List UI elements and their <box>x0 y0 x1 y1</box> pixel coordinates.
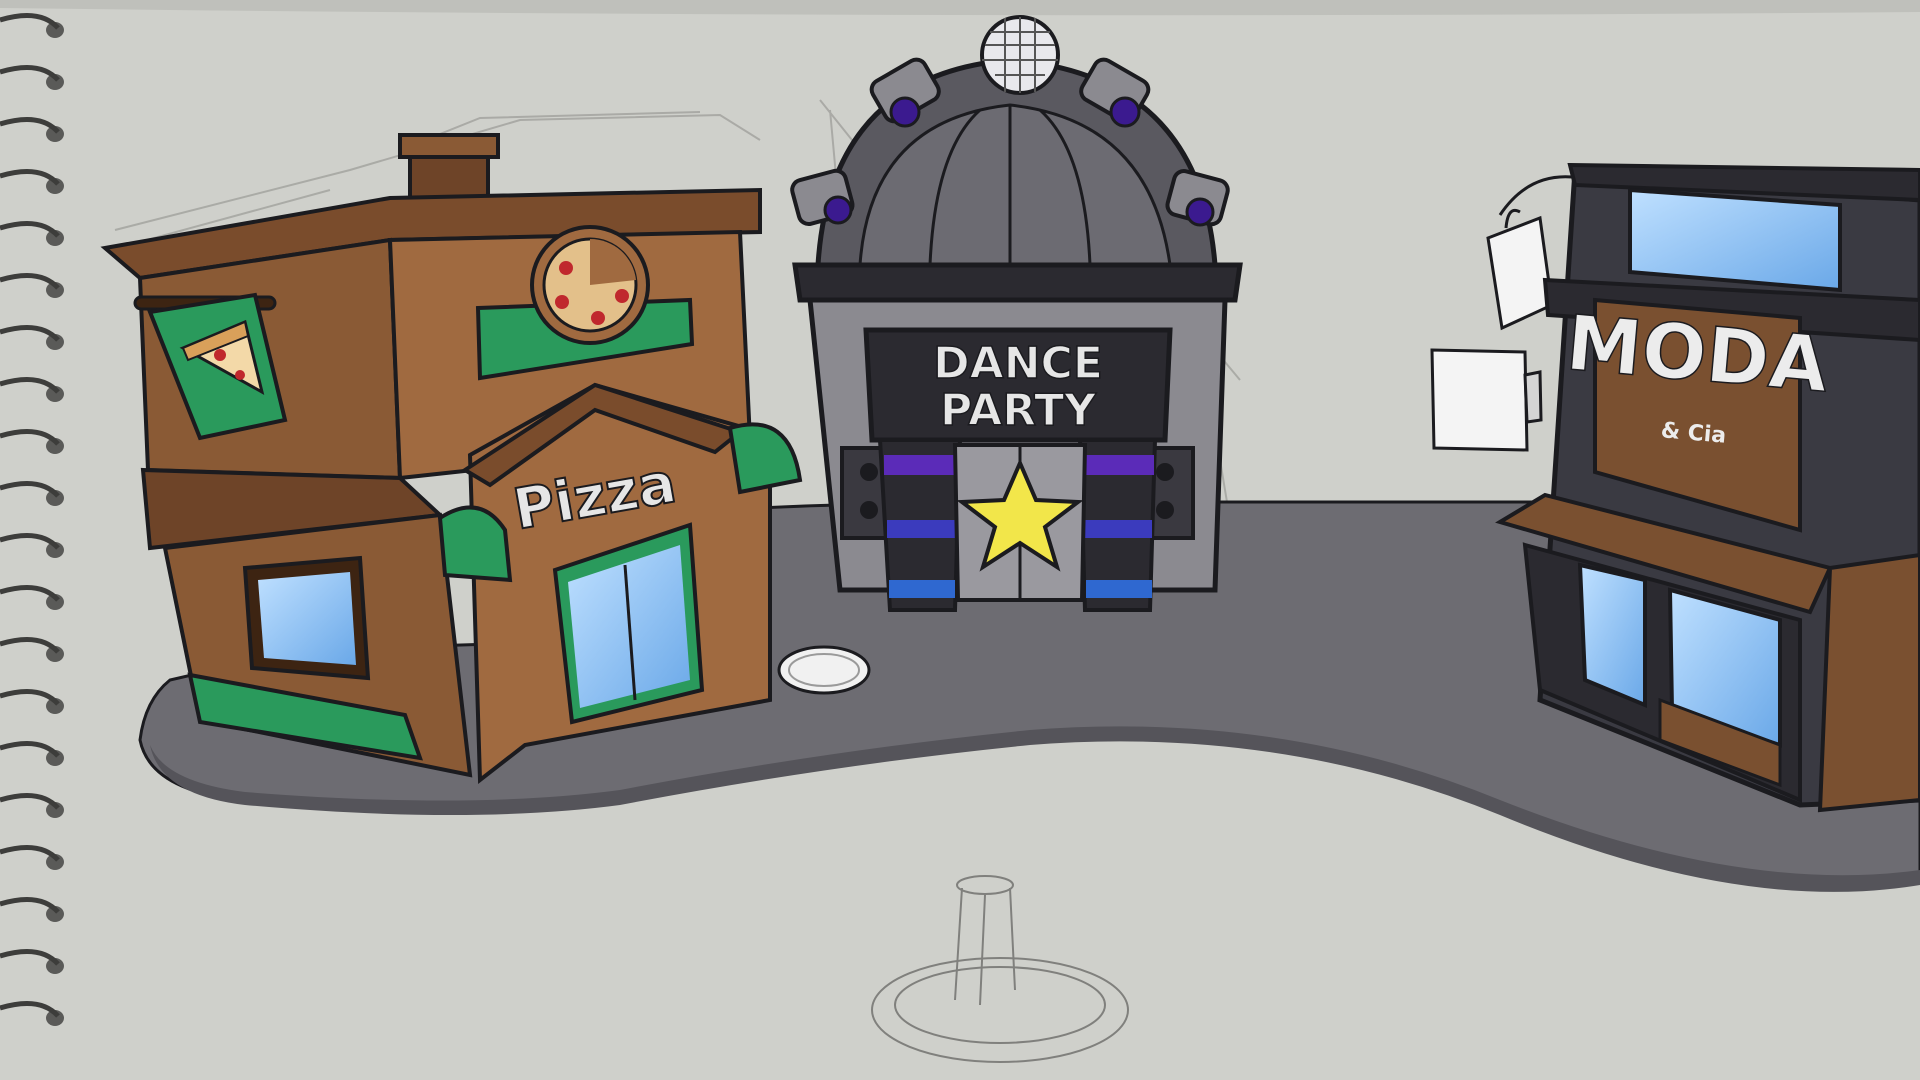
disco-ball-icon <box>980 15 1060 95</box>
dance-pillar-left <box>877 438 963 612</box>
pizza-shop-building[interactable]: Pizza <box>100 133 803 784</box>
game-scene: Pizza DANCE PARTY MODA & Cia <box>0 0 1920 1080</box>
moda-upper-window <box>1628 187 1842 293</box>
moda-door[interactable] <box>1577 562 1647 708</box>
pizza-chimney-cap <box>398 133 500 159</box>
dance-cornice <box>792 262 1243 303</box>
dance-pillar-right <box>1077 438 1158 612</box>
manhole-cover-icon[interactable] <box>777 645 871 695</box>
moda-side-wall <box>1817 552 1920 813</box>
dance-sign-line1: DANCE <box>933 338 1103 389</box>
pizza-window-glass <box>258 572 356 665</box>
pizza-icon <box>530 225 650 345</box>
scene-canvas: Pizza DANCE PARTY MODA & Cia <box>0 0 1920 1080</box>
dance-sign-line2: PARTY <box>940 385 1097 436</box>
